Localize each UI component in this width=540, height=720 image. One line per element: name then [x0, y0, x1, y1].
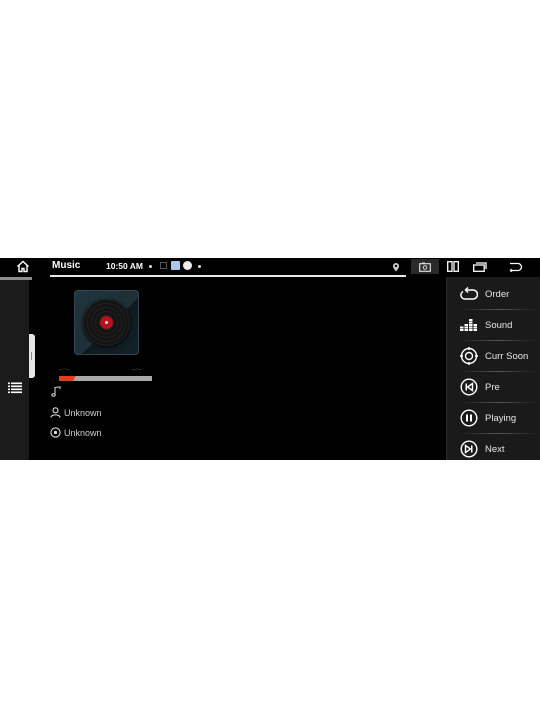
disc-label — [100, 316, 113, 329]
artist-row: Unknown — [50, 407, 102, 418]
side-drawer[interactable] — [0, 277, 29, 460]
target-icon — [460, 347, 478, 365]
play-pause-label: Playing — [485, 412, 517, 424]
previous-icon — [460, 378, 478, 396]
next-label: Next — [485, 443, 505, 455]
disc-hole — [105, 321, 108, 324]
screenshot-button[interactable] — [411, 259, 439, 274]
equalizer-icon — [460, 316, 478, 334]
previous-label: Pre — [485, 381, 500, 393]
notification-dot-icon — [149, 265, 152, 268]
title-underline — [50, 275, 406, 277]
artist-name: Unknown — [64, 407, 102, 418]
drawer-top-divider — [0, 277, 32, 280]
list-menu-icon[interactable] — [8, 381, 22, 394]
back-icon — [509, 262, 523, 272]
notification-app-icon — [171, 261, 180, 270]
recent-apps-icon — [473, 261, 487, 272]
track-title-row — [50, 386, 64, 397]
drawer-handle[interactable] — [29, 334, 35, 378]
notification-square-icon — [160, 262, 167, 269]
album-icon — [50, 427, 61, 438]
repeat-order-icon — [460, 285, 478, 303]
previous-button[interactable]: Pre — [447, 372, 540, 402]
split-screen-icon — [447, 261, 459, 272]
album-art — [74, 290, 139, 355]
next-button[interactable]: Next — [447, 434, 540, 460]
notification-dot-icon — [198, 265, 201, 268]
pause-icon — [460, 409, 478, 427]
recent-apps-button[interactable] — [472, 259, 488, 274]
next-icon — [460, 440, 478, 458]
music-note-icon — [50, 386, 61, 397]
progress-bar[interactable] — [59, 376, 152, 381]
order-label: Order — [485, 288, 510, 300]
clock: 10:50 AM — [106, 261, 144, 271]
curr-soon-button[interactable]: Curr Soon — [447, 341, 540, 371]
split-screen-button[interactable] — [446, 259, 460, 274]
head-unit-screen: Music 10:50 AM --:-- --:-- Unknown Unkno… — [0, 258, 540, 460]
notification-circle-icon — [183, 261, 192, 270]
screenshot-icon — [419, 262, 431, 272]
sound-label: Sound — [485, 319, 513, 331]
back-button[interactable] — [508, 259, 524, 274]
artist-icon — [50, 407, 61, 418]
total-time: --:-- — [132, 367, 143, 373]
status-bar: Music 10:50 AM — [0, 258, 540, 275]
album-name: Unknown — [64, 427, 102, 438]
curr-soon-label: Curr Soon — [485, 350, 529, 362]
album-row: Unknown — [50, 427, 102, 438]
home-icon[interactable] — [16, 260, 30, 273]
order-button[interactable]: Order — [447, 279, 540, 309]
play-pause-button[interactable]: Playing — [447, 403, 540, 433]
progress-fill — [59, 376, 76, 381]
vinyl-record-icon — [83, 299, 130, 346]
control-panel: Order Sound Curr Soon Pre Playing Next — [446, 277, 540, 460]
location-icon[interactable] — [390, 259, 402, 274]
app-title: Music — [52, 260, 81, 271]
sound-button[interactable]: Sound — [447, 310, 540, 340]
elapsed-time: --:-- — [59, 367, 70, 373]
